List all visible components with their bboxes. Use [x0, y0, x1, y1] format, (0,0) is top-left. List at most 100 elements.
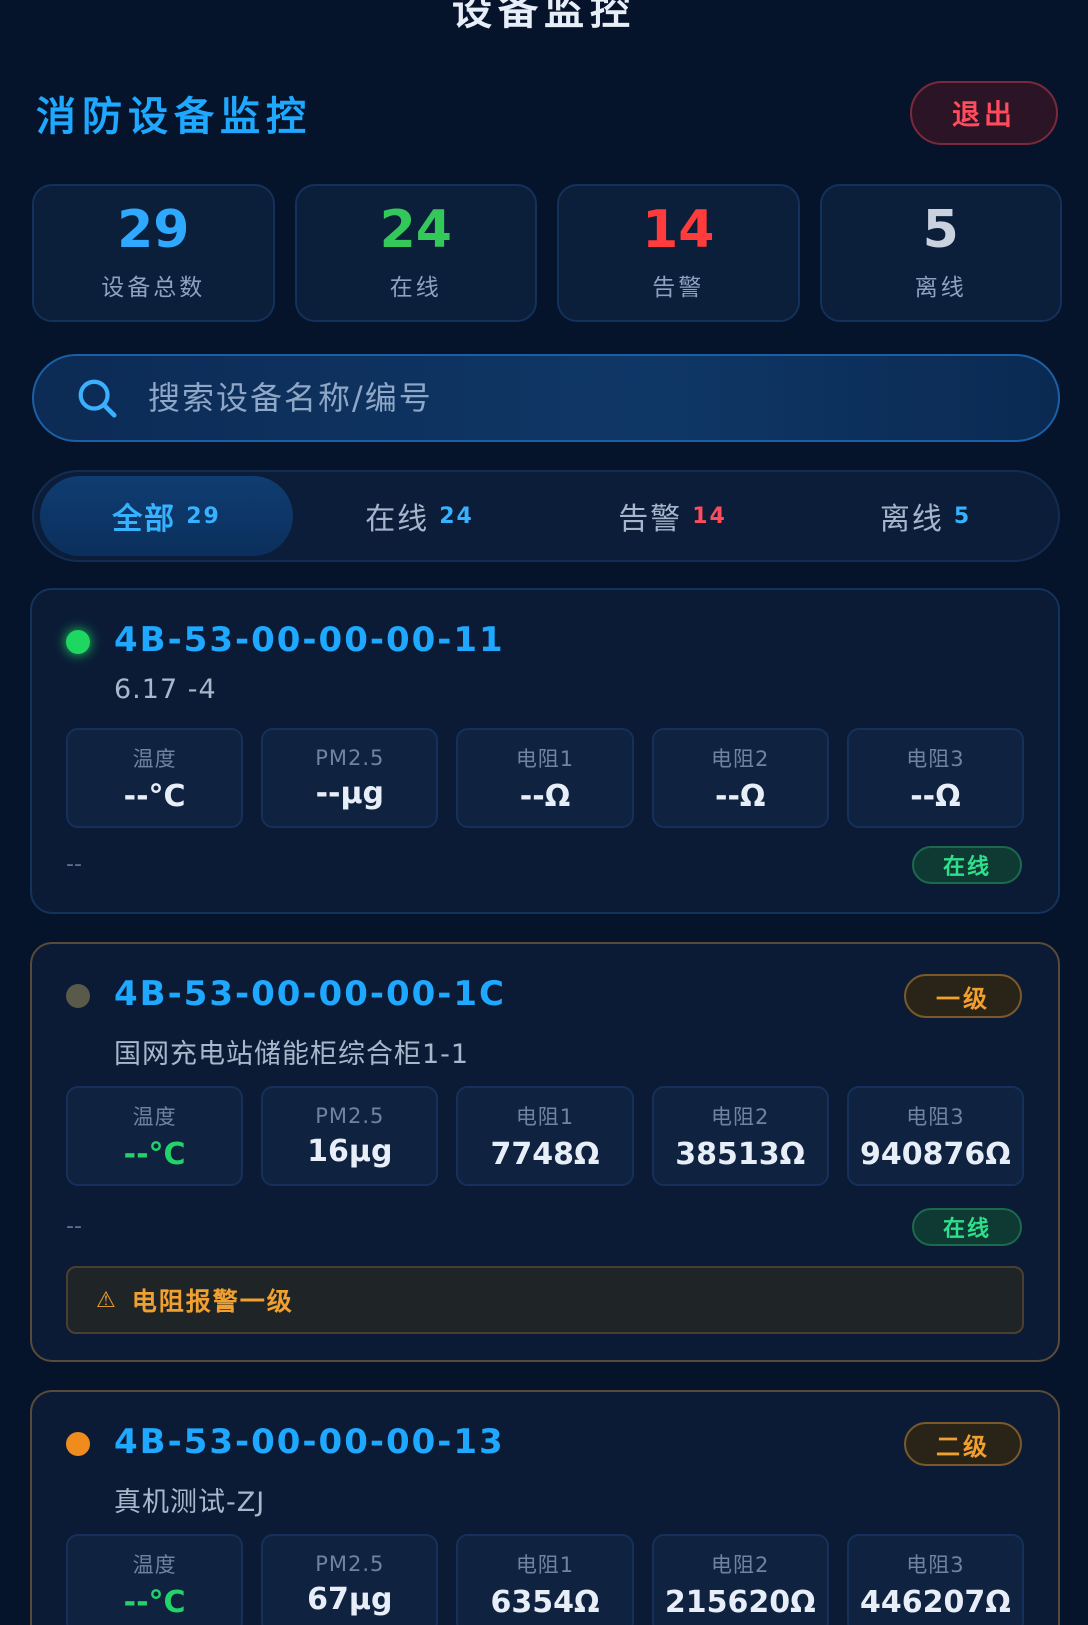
page-top-title: 设备监控: [452, 0, 636, 34]
logout-button[interactable]: 退出: [910, 81, 1058, 145]
warning-icon: ⚠: [96, 1287, 118, 1313]
metric-value: --°C: [123, 778, 186, 814]
metric-resistance-2: 电阻2 --Ω: [651, 728, 829, 828]
metric-value: 940876Ω: [860, 1136, 1011, 1172]
search-icon: [78, 379, 117, 418]
metric-resistance-1: 电阻1 7748Ω: [456, 1086, 634, 1186]
metric-value: --Ω: [715, 778, 766, 814]
metric-temperature: 温度 --°C: [66, 1086, 244, 1186]
metrics-row: 温度 --°C PM2.5 16μg 电阻1 7748Ω 电阻2 38513Ω …: [66, 1086, 1025, 1186]
tab-all[interactable]: 全部 29: [40, 476, 293, 556]
metric-resistance-2: 电阻2 38513Ω: [651, 1086, 829, 1186]
metric-label: 电阻1: [515, 746, 575, 771]
metric-resistance-1: 电阻1 --Ω: [456, 728, 634, 828]
metric-label: 电阻3: [906, 1552, 965, 1577]
stats-row: 29 设备总数 24 在线 14 告警 5 离线: [32, 184, 1062, 322]
metric-value: 215620Ω: [664, 1584, 816, 1620]
device-card[interactable]: 4B-53-00-00-00-13 二级 真机测试-ZJ 温度 --°C PM2…: [30, 1390, 1060, 1625]
metric-pm25: PM2.5 16μg: [261, 1086, 439, 1186]
tab-alarm[interactable]: 告警 14: [546, 476, 799, 556]
metric-label: 电阻3: [906, 1104, 965, 1129]
tab-label: 在线: [365, 502, 430, 537]
metric-label: 温度: [132, 1552, 177, 1577]
metric-label: 温度: [132, 746, 177, 771]
tab-count: 24: [439, 503, 474, 529]
metric-temperature: 温度 --°C: [66, 728, 244, 828]
metric-label: 电阻2: [711, 746, 770, 771]
metric-label: PM2.5: [315, 745, 385, 770]
device-card[interactable]: 4B-53-00-00-00-11 6.17 -4 温度 --°C PM2.5 …: [30, 588, 1060, 914]
tab-label: 离线: [879, 502, 944, 537]
stat-value: 5: [922, 200, 959, 260]
metric-resistance-3: 电阻3 446207Ω: [846, 1534, 1025, 1625]
metric-value: 446207Ω: [860, 1584, 1011, 1620]
stat-label: 告警: [652, 275, 705, 301]
alarm-text: 电阻报警一级: [131, 1287, 294, 1316]
stat-offline: 5 离线: [819, 184, 1062, 322]
tab-label: 告警: [618, 502, 683, 537]
metric-value: --Ω: [910, 778, 961, 814]
device-id: 4B-53-00-00-00-13: [114, 1422, 505, 1462]
stat-label: 设备总数: [101, 275, 206, 301]
metric-value: --Ω: [519, 778, 571, 814]
tab-offline[interactable]: 离线 5: [799, 476, 1052, 556]
app-header: 消防设备监控 退出: [36, 78, 1058, 148]
metric-value: --°C: [123, 1584, 186, 1620]
metric-value: --μg: [315, 775, 385, 811]
device-name: 真机测试-ZJ: [114, 1487, 266, 1518]
metric-label: 温度: [132, 1104, 177, 1129]
stat-alarm: 14 告警: [557, 184, 800, 322]
device-id: 4B-53-00-00-00-11: [114, 620, 505, 660]
stat-online: 24 在线: [294, 184, 537, 322]
metric-label: 电阻3: [906, 746, 965, 771]
level-badge: 一级: [904, 974, 1022, 1018]
device-name: 国网充电站储能柜综合柜1-1: [114, 1039, 470, 1070]
metric-pm25: PM2.5 67μg: [261, 1534, 439, 1625]
metric-label: PM2.5: [315, 1551, 385, 1576]
last-update-time: --: [66, 1214, 82, 1239]
status-dot: [66, 630, 90, 654]
filter-tabs: 全部 29 在线 24 告警 14 离线 5: [32, 470, 1060, 562]
level-badge: 二级: [904, 1422, 1022, 1466]
status-badge: 在线: [912, 1208, 1022, 1246]
stat-value: 29: [117, 200, 190, 260]
tab-count: 14: [692, 503, 727, 529]
stat-value: 14: [642, 200, 715, 260]
status-badge: 在线: [912, 846, 1022, 884]
stat-total: 29 设备总数: [32, 184, 275, 322]
metric-value: 67μg: [307, 1581, 393, 1617]
metric-value: 7748Ω: [490, 1136, 600, 1172]
alarm-banner[interactable]: ⚠ 电阻报警一级: [66, 1266, 1024, 1334]
search-bar[interactable]: [32, 354, 1060, 442]
metric-value: 16μg: [307, 1133, 393, 1169]
metric-resistance-3: 电阻3 940876Ω: [846, 1086, 1025, 1186]
last-update-time: --: [66, 852, 82, 877]
metric-value: 6354Ω: [490, 1584, 600, 1620]
app-title: 消防设备监控: [36, 94, 312, 140]
status-dot: [66, 984, 90, 1008]
stat-label: 离线: [914, 275, 967, 301]
metrics-row: 温度 --°C PM2.5 --μg 电阻1 --Ω 电阻2 --Ω 电阻3 -…: [66, 728, 1025, 828]
metric-resistance-3: 电阻3 --Ω: [846, 728, 1025, 828]
status-dot: [66, 1432, 90, 1456]
search-input[interactable]: [148, 379, 928, 417]
metric-pm25: PM2.5 --μg: [261, 728, 439, 828]
metric-resistance-1: 电阻1 6354Ω: [456, 1534, 634, 1625]
metric-value: --°C: [123, 1136, 186, 1172]
metric-label: 电阻2: [711, 1104, 770, 1129]
tab-count: 5: [953, 503, 972, 529]
metrics-row: 温度 --°C PM2.5 67μg 电阻1 6354Ω 电阻2 215620Ω…: [66, 1534, 1025, 1625]
metric-resistance-2: 电阻2 215620Ω: [651, 1534, 829, 1625]
device-name: 6.17 -4: [114, 674, 217, 705]
metric-label: 电阻1: [515, 1104, 575, 1129]
stat-label: 在线: [389, 275, 442, 301]
metric-label: 电阻1: [515, 1552, 575, 1577]
stat-value: 24: [379, 200, 452, 260]
device-id: 4B-53-00-00-00-1C: [114, 974, 506, 1014]
tab-online[interactable]: 在线 24: [293, 476, 546, 556]
tab-count: 29: [186, 503, 221, 529]
metric-value: 38513Ω: [675, 1136, 806, 1172]
tab-label: 全部: [112, 502, 177, 537]
metric-label: 电阻2: [711, 1552, 770, 1577]
device-card[interactable]: 4B-53-00-00-00-1C 一级 国网充电站储能柜综合柜1-1 温度 -…: [30, 942, 1060, 1362]
